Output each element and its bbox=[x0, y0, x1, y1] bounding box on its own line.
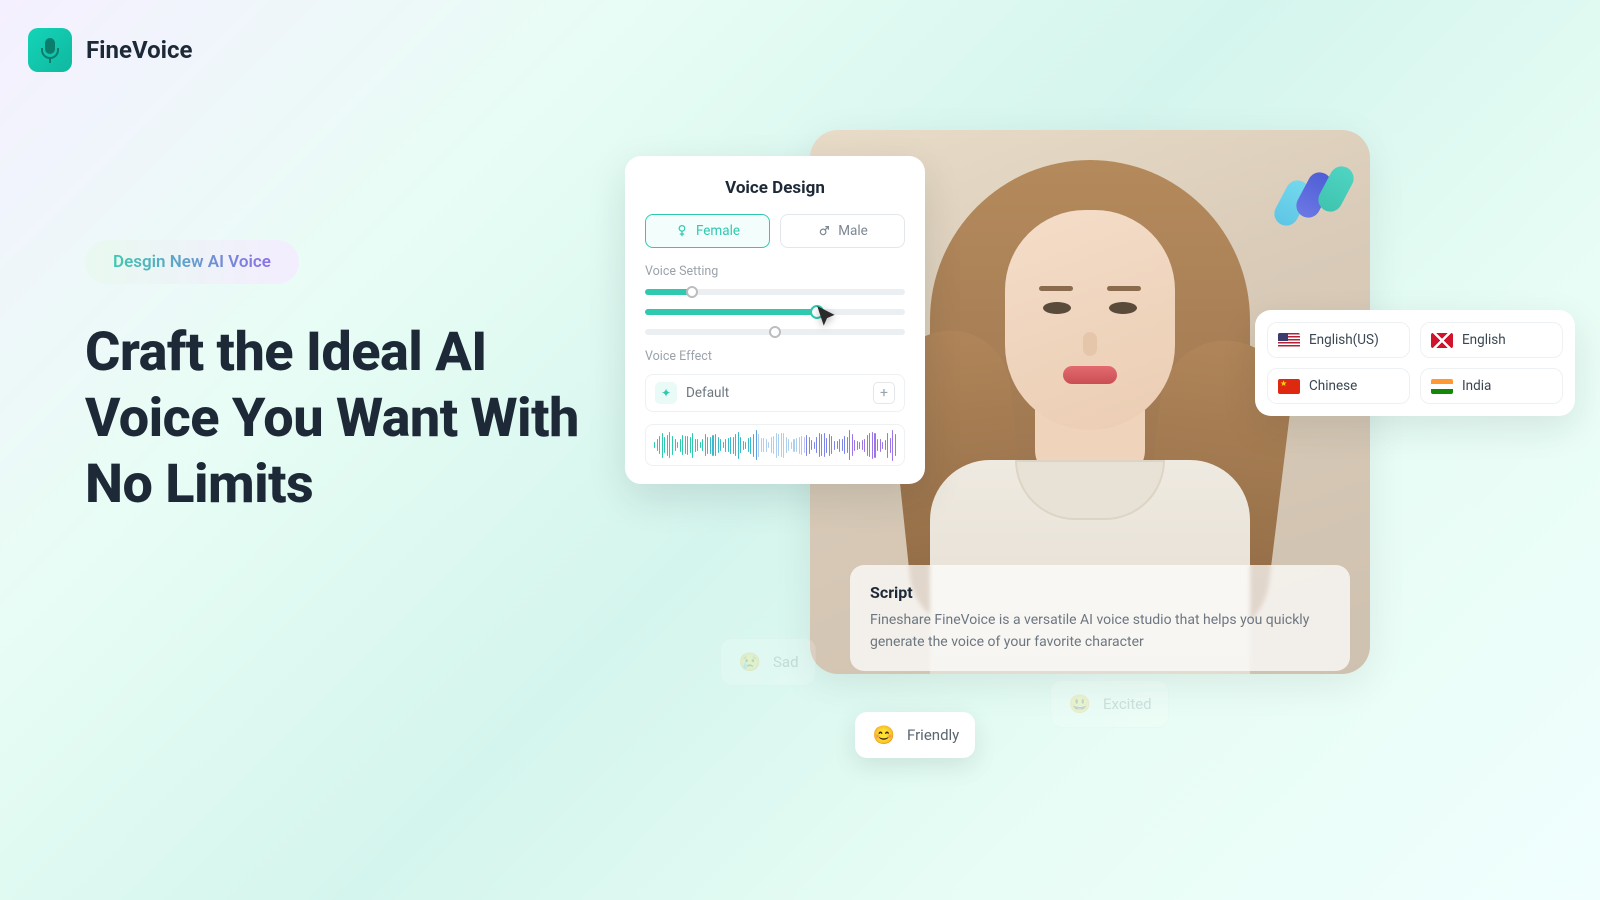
flag-in-icon bbox=[1431, 379, 1453, 394]
language-label: Chinese bbox=[1309, 378, 1357, 394]
brand-name: FineVoice bbox=[86, 36, 192, 64]
gender-female-label: Female bbox=[696, 223, 740, 239]
flag-us-icon bbox=[1278, 333, 1300, 348]
flag-cn-icon bbox=[1278, 379, 1300, 394]
gender-selector: Female Male bbox=[645, 214, 905, 248]
gender-female-button[interactable]: Female bbox=[645, 214, 770, 248]
brand-logo-icon bbox=[28, 28, 72, 72]
flag-uk-icon bbox=[1431, 333, 1453, 348]
language-option-uk[interactable]: English bbox=[1420, 322, 1563, 358]
language-label: India bbox=[1462, 378, 1491, 394]
excited-emoji-icon: 😃 bbox=[1067, 691, 1093, 717]
mood-label: Friendly bbox=[907, 726, 959, 744]
voice-setting-slider-1[interactable] bbox=[645, 289, 905, 295]
hero-pill: Desgin New AI Voice bbox=[85, 240, 299, 284]
mood-chip-friendly[interactable]: 😊 Friendly bbox=[855, 712, 975, 758]
sad-emoji-icon: 😢 bbox=[737, 649, 763, 675]
gender-male-label: Male bbox=[838, 223, 868, 239]
mood-chip-sad[interactable]: 😢 Sad bbox=[720, 638, 816, 686]
language-label: English bbox=[1462, 332, 1506, 348]
language-option-us[interactable]: English(US) bbox=[1267, 322, 1410, 358]
mood-label: Excited bbox=[1103, 695, 1152, 713]
script-title: Script bbox=[870, 583, 1330, 602]
mood-label: Sad bbox=[773, 653, 799, 671]
hero-headline: Craft the Ideal AI Voice You Want With N… bbox=[85, 320, 605, 518]
header: FineVoice bbox=[28, 28, 192, 72]
script-body: Fineshare FineVoice is a versatile AI vo… bbox=[870, 610, 1330, 653]
script-card: Script Fineshare FineVoice is a versatil… bbox=[850, 565, 1350, 671]
voice-design-panel: Voice Design Female Male Voice Setting V… bbox=[625, 156, 925, 484]
voice-effect-select[interactable]: ✦ Default + bbox=[645, 374, 905, 412]
voice-effect-label: Voice Effect bbox=[645, 349, 905, 364]
friendly-emoji-icon: 😊 bbox=[871, 722, 897, 748]
female-icon bbox=[675, 224, 689, 238]
cursor-icon bbox=[814, 304, 840, 334]
waveform-preview bbox=[645, 424, 905, 466]
add-effect-button[interactable]: + bbox=[873, 382, 895, 404]
language-option-cn[interactable]: Chinese bbox=[1267, 368, 1410, 404]
hero-section: Desgin New AI Voice Craft the Ideal AI V… bbox=[85, 240, 605, 518]
voice-setting-label: Voice Setting bbox=[645, 264, 905, 279]
mood-chip-excited[interactable]: 😃 Excited bbox=[1050, 680, 1169, 728]
decorative-shapes bbox=[1280, 165, 1360, 235]
language-panel: English(US) English Chinese India bbox=[1255, 310, 1575, 416]
language-option-in[interactable]: India bbox=[1420, 368, 1563, 404]
voice-effect-value: Default bbox=[686, 385, 729, 401]
language-label: English(US) bbox=[1309, 332, 1379, 348]
voice-design-title: Voice Design bbox=[645, 178, 905, 198]
sparkle-icon: ✦ bbox=[655, 382, 677, 404]
gender-male-button[interactable]: Male bbox=[780, 214, 905, 248]
voice-setting-slider-2[interactable] bbox=[645, 309, 905, 315]
male-icon bbox=[817, 224, 831, 238]
voice-setting-slider-3[interactable] bbox=[645, 329, 905, 335]
hero-pill-text: Desgin New AI Voice bbox=[113, 252, 271, 272]
